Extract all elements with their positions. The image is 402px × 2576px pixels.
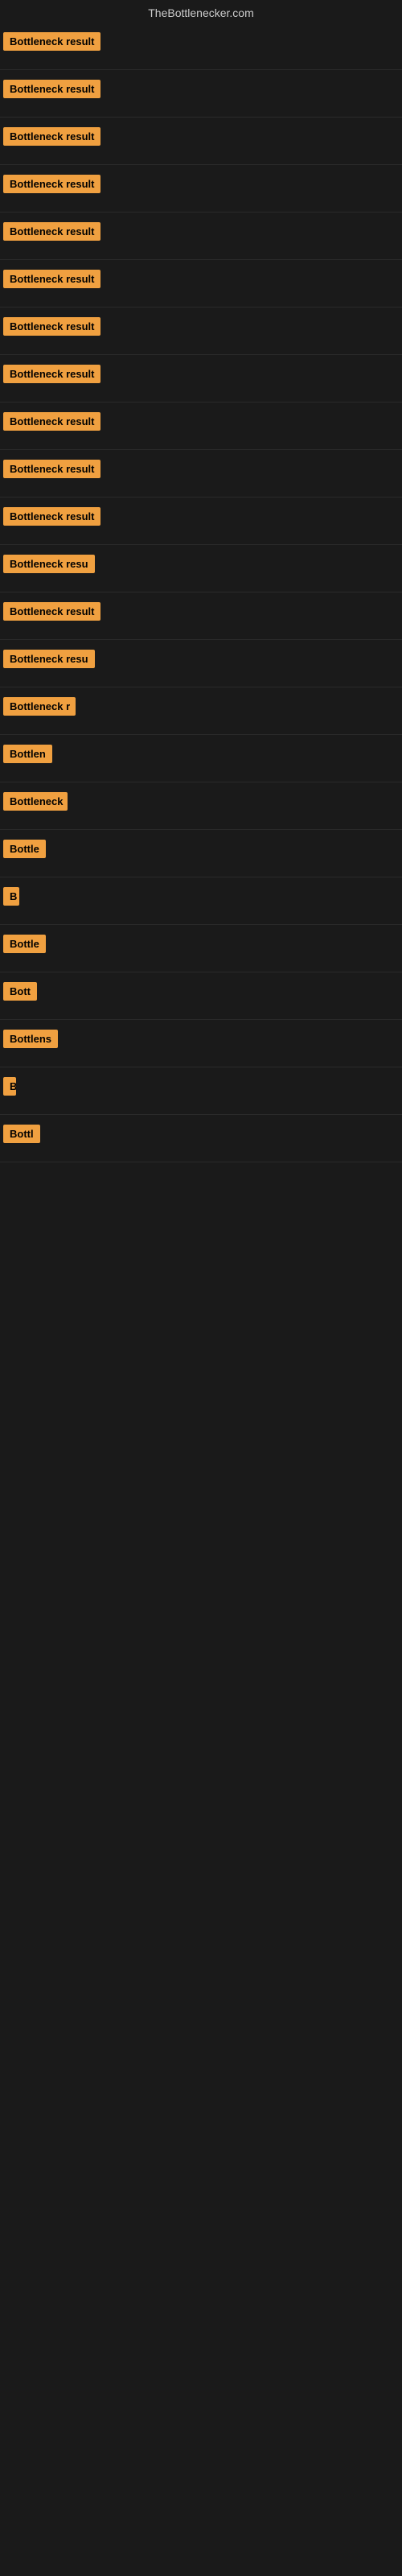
result-block-10: Bottleneck result: [0, 450, 402, 497]
bottleneck-badge-15[interactable]: Bottleneck r: [3, 697, 76, 716]
result-block-13: Bottleneck result: [0, 592, 402, 640]
bottleneck-badge-2[interactable]: Bottleneck result: [3, 80, 100, 98]
bottleneck-badge-23[interactable]: B: [3, 1077, 16, 1096]
result-block-11: Bottleneck result: [0, 497, 402, 545]
bottleneck-badge-7[interactable]: Bottleneck result: [3, 317, 100, 336]
bottleneck-badge-10[interactable]: Bottleneck result: [3, 460, 100, 478]
result-block-2: Bottleneck result: [0, 70, 402, 118]
result-block-17: Bottleneck: [0, 782, 402, 830]
result-block-16: Bottlen: [0, 735, 402, 782]
result-block-7: Bottleneck result: [0, 308, 402, 355]
result-block-1: Bottleneck result: [0, 23, 402, 70]
bottleneck-badge-6[interactable]: Bottleneck result: [3, 270, 100, 288]
result-block-5: Bottleneck result: [0, 213, 402, 260]
bottleneck-badge-1[interactable]: Bottleneck result: [3, 32, 100, 51]
result-block-22: Bottlens: [0, 1020, 402, 1067]
result-block-8: Bottleneck result: [0, 355, 402, 402]
bottleneck-badge-13[interactable]: Bottleneck result: [3, 602, 100, 621]
bottleneck-badge-19[interactable]: B: [3, 887, 19, 906]
result-block-15: Bottleneck r: [0, 687, 402, 735]
result-block-19: B: [0, 877, 402, 925]
bottleneck-badge-4[interactable]: Bottleneck result: [3, 175, 100, 193]
results-list: Bottleneck result Bottleneck result Bottle…: [0, 23, 402, 1162]
bottleneck-badge-17[interactable]: Bottleneck: [3, 792, 68, 811]
bottleneck-badge-5[interactable]: Bottleneck result: [3, 222, 100, 241]
site-title: TheBottlenecker.com: [0, 0, 402, 23]
result-block-12: Bottleneck resu: [0, 545, 402, 592]
result-block-6: Bottleneck result: [0, 260, 402, 308]
result-block-14: Bottleneck resu: [0, 640, 402, 687]
bottleneck-badge-20[interactable]: Bottle: [3, 935, 46, 953]
bottleneck-badge-16[interactable]: Bottlen: [3, 745, 52, 763]
result-block-20: Bottle: [0, 925, 402, 972]
bottleneck-badge-22[interactable]: Bottlens: [3, 1030, 58, 1048]
bottleneck-badge-9[interactable]: Bottleneck result: [3, 412, 100, 431]
result-block-3: Bottleneck result: [0, 118, 402, 165]
result-block-18: Bottle: [0, 830, 402, 877]
result-block-23: B: [0, 1067, 402, 1115]
bottleneck-badge-14[interactable]: Bottleneck resu: [3, 650, 95, 668]
result-block-4: Bottleneck result: [0, 165, 402, 213]
result-block-21: Bott: [0, 972, 402, 1020]
bottleneck-badge-18[interactable]: Bottle: [3, 840, 46, 858]
bottleneck-badge-8[interactable]: Bottleneck result: [3, 365, 100, 383]
bottleneck-badge-3[interactable]: Bottleneck result: [3, 127, 100, 146]
bottleneck-badge-12[interactable]: Bottleneck resu: [3, 555, 95, 573]
bottleneck-badge-21[interactable]: Bott: [3, 982, 37, 1001]
bottleneck-badge-24[interactable]: Bottl: [3, 1125, 40, 1143]
result-block-9: Bottleneck result: [0, 402, 402, 450]
bottleneck-badge-11[interactable]: Bottleneck result: [3, 507, 100, 526]
result-block-24: Bottl: [0, 1115, 402, 1162]
